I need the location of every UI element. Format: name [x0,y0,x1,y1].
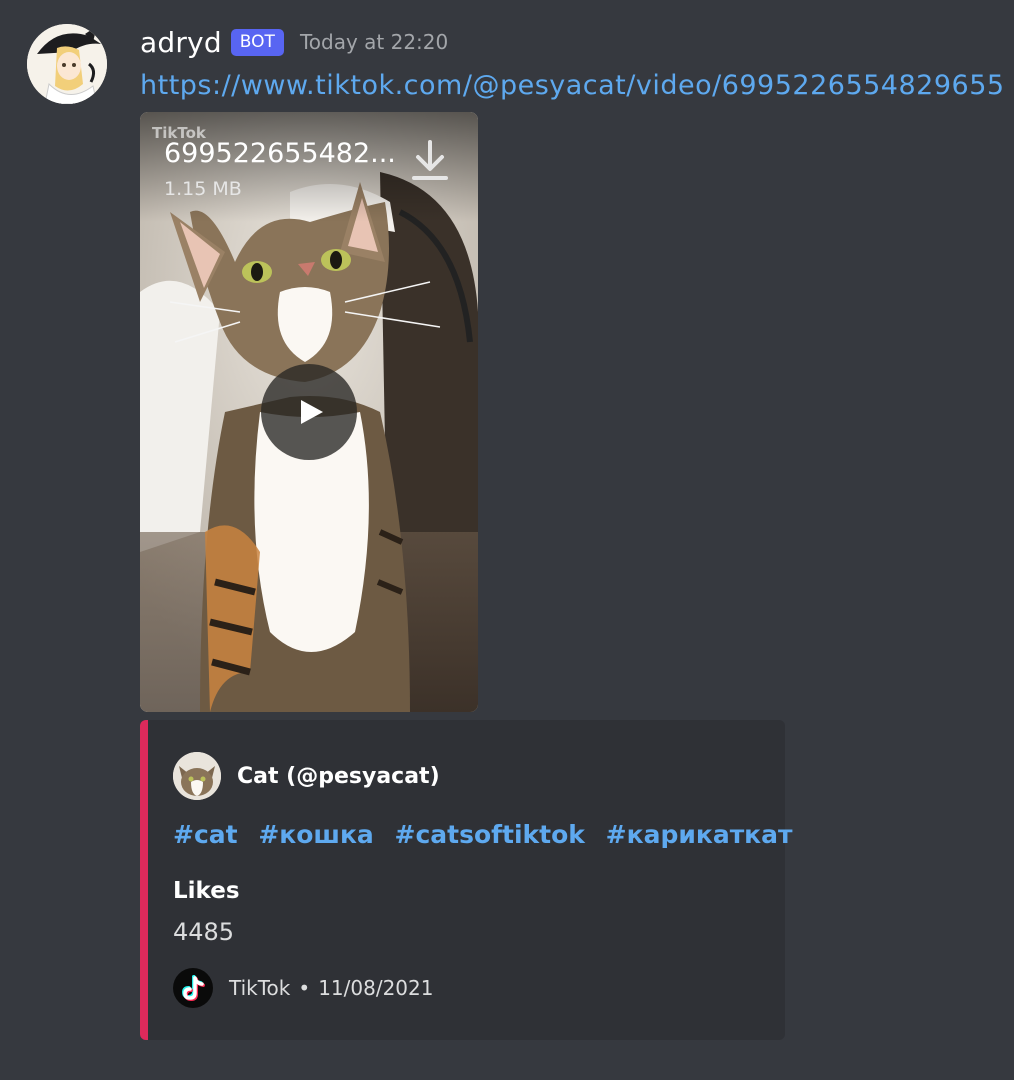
hashtag-link[interactable]: #карикаткат [606,820,793,849]
hashtag-link[interactable]: #catsoftiktok [395,820,585,849]
hashtag-link[interactable]: #cat [173,820,238,849]
embed-author: Cat (@pesyacat) [173,752,440,800]
embed-footer-date: 11/08/2021 [318,976,434,1000]
attachment-file-size: 1.15 MB [164,178,242,200]
tiktok-logo-icon [173,968,213,1008]
user-avatar[interactable] [27,24,107,104]
message-timestamp: Today at 22:20 [299,30,449,54]
play-icon [301,400,323,424]
tiktok-link[interactable]: https://www.tiktok.com/@pesyacat/video/6… [140,70,1005,101]
chat-message: adryd BOT Today at 22:20 https://www.tik… [0,0,1014,1080]
embed-author-avatar [173,752,221,800]
avatar-image [27,24,107,104]
attachment-file-name: 699522655482... [164,138,396,169]
video-attachment[interactable]: TikTok 699522655482... 1.15 MB [140,112,478,712]
embed-description: #cat #кошка #catsoftiktok #карикаткат [173,820,805,849]
bot-badge: BOT [230,28,284,56]
download-icon[interactable] [412,140,448,184]
play-button[interactable] [261,364,357,460]
message-content: https://www.tiktok.com/@pesyacat/video/6… [140,66,1014,106]
username[interactable]: adryd [140,26,222,59]
message-header: adryd BOT Today at 22:20 [140,22,448,62]
embed-field-value: 4485 [173,918,235,946]
embed-footer-separator: • [298,976,311,1000]
hashtag-link[interactable]: #кошка [258,820,373,849]
embed-footer: TikTok • 11/08/2021 [173,968,433,1008]
link-embed: Cat (@pesyacat) #cat #кошка #catsoftikto… [140,720,793,1040]
embed-field-name: Likes [173,878,240,904]
embed-footer-provider: TikTok [229,976,291,1000]
embed-author-name[interactable]: Cat (@pesyacat) [237,764,440,789]
